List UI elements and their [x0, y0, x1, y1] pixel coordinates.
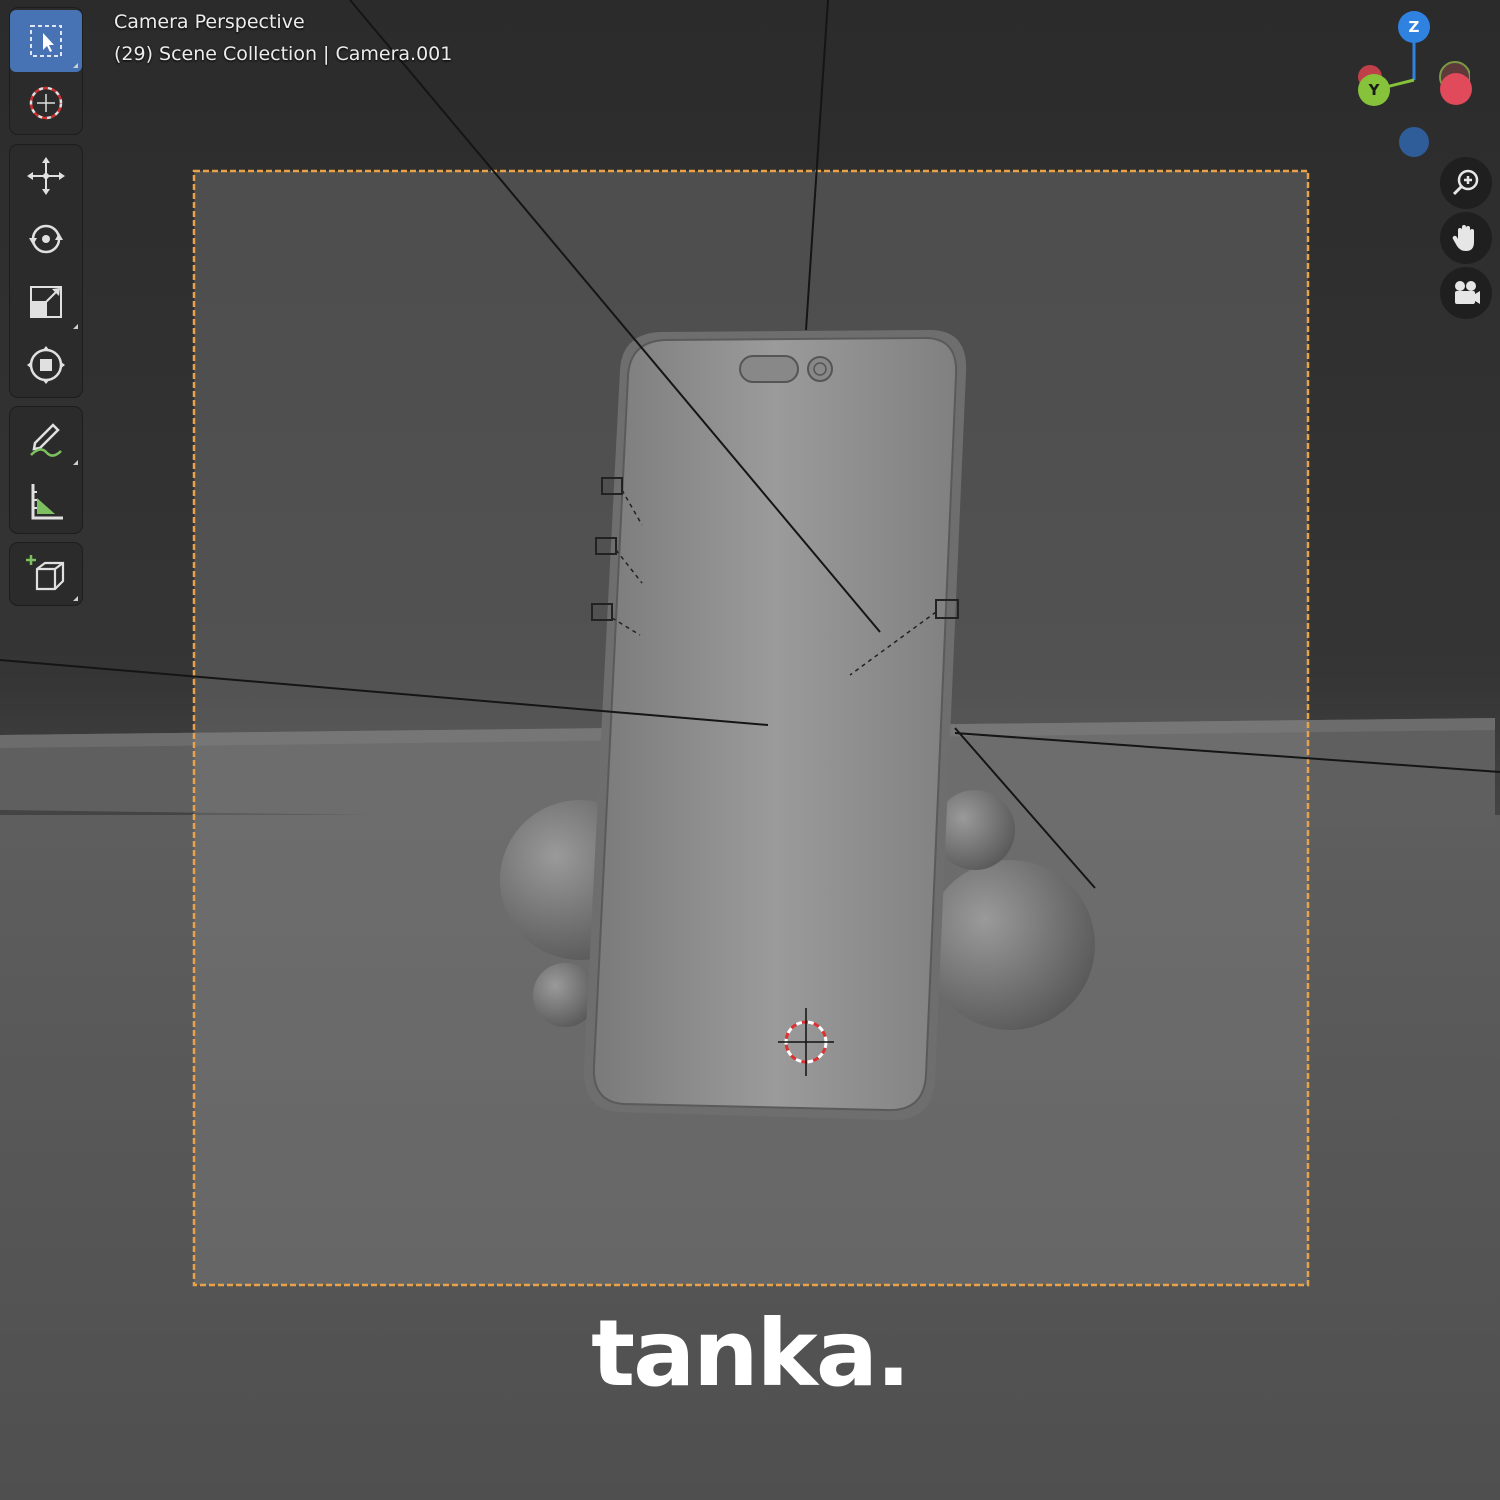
add-cube-icon	[26, 555, 65, 591]
transform-icon	[27, 346, 65, 384]
cursor-icon	[29, 86, 63, 120]
transform-tool[interactable]	[10, 334, 82, 396]
gizmo-x-axis[interactable]	[1440, 73, 1472, 105]
rotate-icon	[29, 224, 63, 254]
annotate-tool[interactable]	[10, 407, 82, 469]
gizmo-z-axis[interactable]: Z	[1398, 11, 1430, 43]
phone-model[interactable]	[583, 330, 967, 1121]
scene-info-label: (29) Scene Collection | Camera.001	[114, 43, 453, 65]
select-box-icon	[30, 25, 62, 57]
3d-viewport[interactable]: Camera Perspective (29) Scene Collection…	[0, 0, 1500, 1500]
scene-render[interactable]	[0, 0, 1500, 1500]
toolbar-group-transform	[10, 145, 82, 397]
zoom-button[interactable]	[1440, 157, 1492, 209]
rotate-tool[interactable]	[10, 208, 82, 270]
scale-tool[interactable]	[10, 271, 82, 333]
gizmo-y-axis[interactable]: Y	[1358, 74, 1390, 106]
measure-tool[interactable]	[10, 470, 82, 532]
sphere-right[interactable]	[925, 860, 1095, 1030]
hand-pan-icon	[1452, 225, 1474, 251]
zoom-icon	[1452, 169, 1479, 196]
toolbar-group-annotate	[10, 407, 82, 533]
select-box-tool[interactable]	[10, 10, 82, 72]
cursor-tool[interactable]	[10, 72, 82, 134]
annotate-icon	[30, 423, 62, 457]
pan-button[interactable]	[1440, 212, 1492, 264]
scale-icon	[30, 286, 62, 318]
camera-view-icon	[1455, 281, 1480, 304]
view-name-label: Camera Perspective	[114, 11, 305, 33]
move-icon	[27, 157, 65, 195]
toolbar-group-select	[10, 8, 82, 134]
toolbar-group-add	[10, 543, 82, 605]
move-tool[interactable]	[10, 145, 82, 207]
measure-icon	[31, 484, 63, 520]
camera-view-button[interactable]	[1440, 267, 1492, 319]
gizmo-neg-z-axis[interactable]	[1399, 127, 1429, 157]
tanka-watermark: tanka.	[591, 1300, 911, 1407]
add-cube-tool[interactable]	[10, 543, 82, 605]
